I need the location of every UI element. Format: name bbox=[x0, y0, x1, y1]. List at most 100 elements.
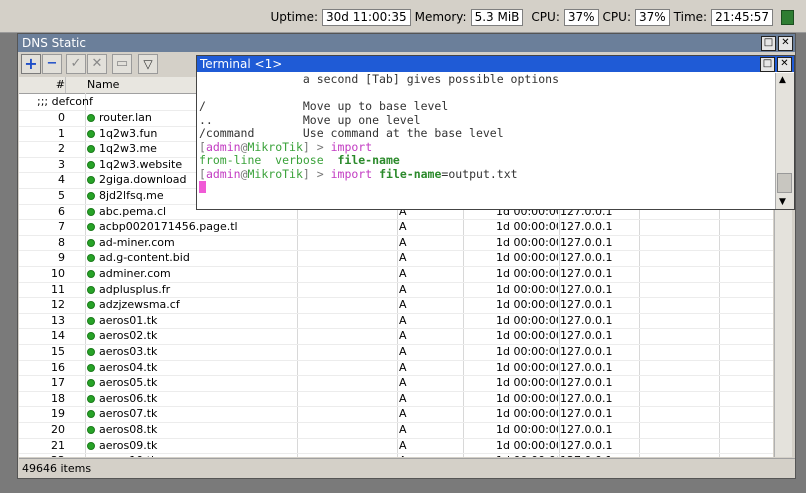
filter-icon[interactable]: ▽ bbox=[138, 54, 158, 74]
add-icon[interactable]: + bbox=[21, 54, 41, 74]
window-titlebar[interactable]: DNS Static □ ✕ bbox=[18, 34, 795, 52]
close-button[interactable]: ✕ bbox=[778, 36, 793, 51]
table-row[interactable]: 19 aeros07.tk A 1d 00:00:00 127.0.0.1 bbox=[19, 406, 773, 423]
row-name-text: aeros05.tk bbox=[99, 376, 158, 390]
row-name-text: adzjzewsma.cf bbox=[99, 298, 180, 312]
row-address: 127.0.0.1 bbox=[560, 391, 613, 405]
row-name-text: 8jd2lfsq.me bbox=[99, 189, 164, 202]
time-value: 21:45:57 bbox=[711, 9, 773, 26]
row-name: aeros03.tk bbox=[87, 344, 297, 359]
maximize-button[interactable]: □ bbox=[761, 36, 776, 51]
enabled-status-icon bbox=[87, 223, 95, 232]
row-type: A bbox=[399, 313, 407, 327]
row-type: A bbox=[399, 423, 407, 436]
row-number: 17 bbox=[51, 376, 65, 390]
scroll-thumb[interactable] bbox=[777, 173, 792, 193]
row-number: 10 bbox=[51, 267, 65, 280]
row-ttl: 1d 00:00:00 bbox=[496, 345, 558, 358]
row-address: 127.0.0.1 bbox=[560, 282, 613, 296]
enabled-status-icon bbox=[87, 316, 95, 325]
table-row[interactable]: 10 adminer.com A 1d 00:00:00 127.0.0.1 bbox=[19, 266, 773, 283]
row-ttl: 1d 00:00:00 bbox=[496, 407, 558, 421]
enabled-status-icon bbox=[87, 176, 95, 185]
row-name: aeros06.tk bbox=[87, 391, 297, 406]
terminal-prompt-line: [admin@MikroTik] > import bbox=[199, 139, 373, 154]
table-row[interactable]: 18 aeros06.tk A 1d 00:00:00 127.0.0.1 bbox=[19, 391, 773, 408]
table-row[interactable]: 17 aeros05.tk A 1d 00:00:00 127.0.0.1 bbox=[19, 375, 773, 392]
row-name: aeros09.tk bbox=[87, 438, 297, 453]
table-row[interactable]: 12 adzjzewsma.cf A 1d 00:00:00 127.0.0.1 bbox=[19, 297, 773, 314]
row-number: 1 bbox=[58, 126, 65, 140]
row-name-text: 1q2w3.fun bbox=[99, 126, 158, 140]
row-name-text: aeros08.tk bbox=[99, 423, 158, 436]
table-row[interactable]: 22 aeros10.tk A 1d 00:00:00127.0.0.1 bbox=[19, 453, 773, 457]
window-title: DNS Static bbox=[22, 36, 86, 50]
row-name: adminer.com bbox=[87, 266, 297, 281]
row-number: 6 bbox=[58, 204, 65, 218]
remove-icon[interactable]: − bbox=[42, 54, 62, 74]
scroll-up-icon[interactable]: ▲ bbox=[779, 75, 786, 85]
row-address: 127.0.0.1 bbox=[560, 423, 613, 436]
terminal-input-line[interactable] bbox=[197, 181, 774, 195]
top-status-bar: Uptime: 30d 11:00:35 Memory: 5.3 MiB CPU… bbox=[0, 0, 806, 33]
row-type: A bbox=[399, 345, 407, 358]
table-row[interactable]: 14 aeros02.tk A 1d 00:00:00 127.0.0.1 bbox=[19, 328, 773, 345]
row-name-text: acbp0020171456.page.tl bbox=[99, 220, 238, 234]
row-ttl: 1d 00:00:00 bbox=[496, 360, 558, 374]
table-row[interactable]: 15 aeros03.tk A 1d 00:00:00 127.0.0.1 bbox=[19, 344, 773, 361]
row-type: A bbox=[399, 407, 407, 421]
row-ttl: 1d 00:00:00 bbox=[496, 313, 558, 327]
uptime-value: 30d 11:00:35 bbox=[322, 9, 411, 26]
row-name: aeros07.tk bbox=[87, 406, 297, 421]
row-number: 3 bbox=[58, 157, 65, 171]
row-name-text: aeros10.tk bbox=[99, 454, 157, 457]
table-row[interactable]: 13 aeros01.tk A 1d 00:00:00 127.0.0.1 bbox=[19, 313, 773, 330]
row-ttl: 1d 00:00:00 bbox=[496, 251, 558, 265]
row-name-text: 1q2w3.me bbox=[99, 142, 157, 156]
row-ttl: 1d 00:00:00 bbox=[496, 235, 558, 249]
row-number: 20 bbox=[51, 423, 65, 436]
disable-icon[interactable]: ✕ bbox=[87, 54, 107, 74]
row-ttl: 1d 00:00:00 bbox=[496, 423, 558, 436]
table-row[interactable]: 8 ad-miner.com A 1d 00:00:00 127.0.0.1 bbox=[19, 235, 773, 252]
terminal-scrollbar[interactable]: ▲ ▼ bbox=[775, 73, 794, 209]
row-name-text: aeros03.tk bbox=[99, 345, 158, 358]
enabled-status-icon bbox=[87, 270, 95, 278]
status-bar: 49646 items bbox=[19, 458, 795, 478]
maximize-button[interactable]: □ bbox=[760, 57, 775, 72]
table-row[interactable]: 21 aeros09.tk A 1d 00:00:00 127.0.0.1 bbox=[19, 438, 773, 455]
row-number: 15 bbox=[51, 345, 65, 358]
column-header-num[interactable]: # bbox=[19, 77, 66, 93]
time-label: Time: bbox=[673, 10, 708, 24]
row-ttl: 1d 00:00:00 bbox=[496, 267, 558, 280]
row-name-text: aeros07.tk bbox=[99, 407, 158, 421]
status-indicator bbox=[781, 10, 794, 25]
enable-icon[interactable]: ✓ bbox=[66, 54, 86, 74]
row-name: aeros08.tk bbox=[87, 422, 297, 437]
comment-icon[interactable]: ▭ bbox=[112, 54, 132, 74]
row-name: aeros10.tk bbox=[87, 453, 297, 457]
terminal-output[interactable]: a second [Tab] gives possible options / … bbox=[197, 73, 774, 209]
memory-label: Memory: bbox=[414, 10, 467, 24]
row-number: 22 bbox=[19, 453, 65, 457]
row-name: adzjzewsma.cf bbox=[87, 297, 297, 312]
terminal-titlebar[interactable]: Terminal <1> □ ✕ bbox=[197, 56, 794, 72]
row-ttl: 1d 00:00:00 bbox=[496, 282, 558, 296]
enabled-status-icon bbox=[87, 394, 95, 403]
close-button[interactable]: ✕ bbox=[777, 57, 792, 72]
table-row[interactable]: 11 adplusplus.fr A 1d 00:00:00 127.0.0.1 bbox=[19, 282, 773, 299]
row-type: A bbox=[399, 235, 407, 249]
row-number: 11 bbox=[51, 282, 65, 296]
terminal-title: Terminal <1> bbox=[200, 57, 283, 71]
uptime-label: Uptime: bbox=[270, 10, 318, 24]
enabled-status-icon bbox=[87, 114, 95, 122]
table-row[interactable]: 9 ad.g-content.bid A 1d 00:00:00 127.0.0.1 bbox=[19, 250, 773, 267]
terminal-line: .. Move up one level bbox=[199, 112, 421, 127]
table-row[interactable]: 20 aeros08.tk A 1d 00:00:00 127.0.0.1 bbox=[19, 422, 773, 439]
enabled-status-icon bbox=[87, 301, 95, 310]
row-number: 7 bbox=[58, 220, 65, 234]
table-row[interactable]: 16 aeros04.tk A 1d 00:00:00 127.0.0.1 bbox=[19, 360, 773, 377]
scroll-down-icon[interactable]: ▼ bbox=[779, 197, 786, 207]
row-ttl: 1d 00:00:00 bbox=[496, 298, 558, 312]
table-row[interactable]: 7 acbp0020171456.page.tl A 1d 00:00:00 127.0… bbox=[19, 219, 773, 236]
